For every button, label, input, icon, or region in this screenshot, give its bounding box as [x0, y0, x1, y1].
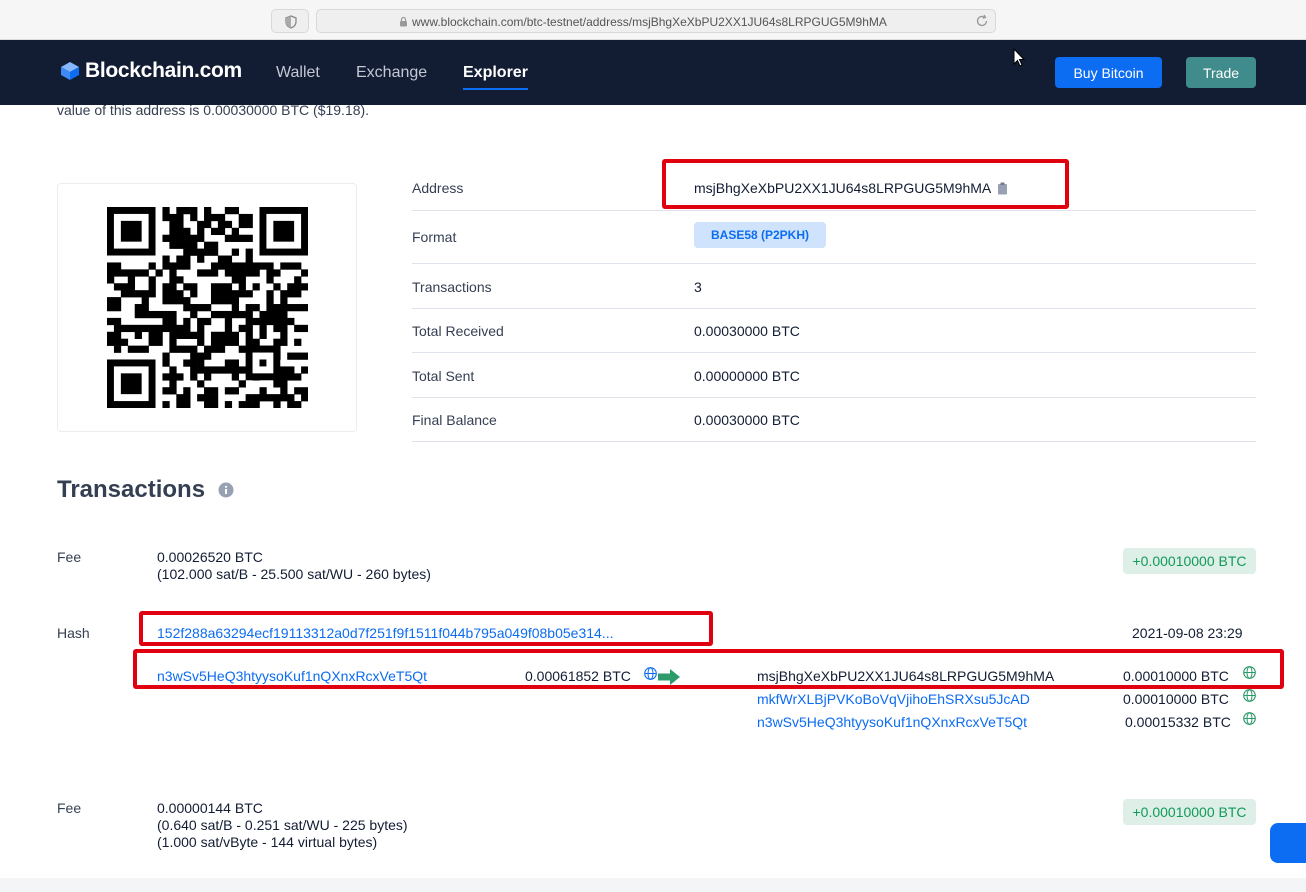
total-sent-label: Total Sent [412, 368, 475, 384]
arrow-right-icon [658, 669, 680, 685]
address-bar[interactable]: www.blockchain.com/btc-testnet/address/m… [316, 9, 996, 33]
final-balance-label: Final Balance [412, 412, 497, 428]
transactions-value: 3 [694, 279, 702, 295]
tx1-fee-value: 0.00026520 BTC [157, 549, 263, 565]
tx1-input-address[interactable]: n3wSv5HeQ3htyysoKuf1nQXnxRcxVeT5Qt [157, 668, 427, 684]
tx2-fee-label: Fee [57, 800, 82, 816]
blockchain-logo[interactable]: Blockchain.com [60, 59, 242, 83]
address-description: value of this address is 0.00030000 BTC … [57, 102, 370, 118]
url-text: www.blockchain.com/btc-testnet/address/m… [412, 15, 887, 29]
tx1-input-amount: 0.00061852 BTC [525, 668, 631, 684]
format-label: Format [412, 229, 457, 245]
nav-explorer[interactable]: Explorer [463, 64, 528, 82]
privacy-shield-button[interactable] [271, 9, 309, 33]
reload-icon[interactable] [975, 14, 989, 28]
summary-row-final-balance: Final Balance 0.00030000 BTC [412, 398, 1256, 442]
bottom-scroll-edge [0, 878, 1306, 892]
active-nav-indicator [463, 88, 528, 90]
trade-button[interactable]: Trade [1186, 57, 1256, 88]
tx2-amount-badge: +0.00010000 BTC [1123, 799, 1256, 825]
summary-row-format: Format BASE58 (P2PKH) [412, 211, 1256, 264]
address-value[interactable]: msjBhgXeXbPU2XX1JU64s8LRPGUG5M9hMA [694, 180, 991, 196]
chat-support-button[interactable] [1270, 823, 1306, 863]
total-received-value: 0.00030000 BTC [694, 323, 800, 339]
nav-exchange[interactable]: Exchange [356, 64, 427, 82]
info-icon[interactable] [218, 482, 234, 498]
browser-toolbar: www.blockchain.com/btc-testnet/address/m… [0, 0, 1306, 40]
globe-icon[interactable] [1243, 689, 1256, 702]
tx1-output-address-2[interactable]: mkfWrXLBjPVKoBoVqVjihoEhSRXsu5JcAD [757, 691, 1030, 707]
tx1-output-amount-2: 0.00010000 BTC [1123, 691, 1229, 707]
tx1-amount-badge: +0.00010000 BTC [1123, 548, 1256, 574]
globe-icon[interactable] [1243, 666, 1256, 679]
tx1-output-address-1: msjBhgXeXbPU2XX1JU64s8LRPGUG5M9hMA [757, 668, 1055, 684]
address-qr-code [107, 207, 308, 408]
format-badge: BASE58 (P2PKH) [694, 222, 826, 248]
tx1-hash-link[interactable]: 152f288a63294ecf19113312a0d7f251f9f1511f… [157, 625, 613, 641]
tx2-fee-value: 0.00000144 BTC [157, 800, 263, 816]
summary-row-total-sent: Total Sent 0.00000000 BTC [412, 353, 1256, 398]
tx1-timestamp: 2021-09-08 23:29 [1132, 625, 1243, 641]
address-value-wrap: msjBhgXeXbPU2XX1JU64s8LRPGUG5M9hMA [694, 180, 1008, 196]
tx1-output-amount-3: 0.00015332 BTC [1125, 714, 1231, 730]
blockchain-logo-icon [61, 62, 79, 80]
tx1-hash-label: Hash [57, 625, 90, 641]
tx2-fee-detail-2: (1.000 sat/vByte - 144 virtual bytes) [157, 834, 378, 850]
summary-row-total-received: Total Received 0.00030000 BTC [412, 309, 1256, 353]
globe-icon[interactable] [644, 667, 657, 680]
mouse-cursor-icon [1013, 48, 1026, 67]
final-balance-value: 0.00030000 BTC [694, 412, 800, 428]
lock-icon [400, 16, 407, 27]
tx1-fee-detail: (102.000 sat/B - 25.500 sat/WU - 260 byt… [157, 566, 431, 582]
transactions-heading: Transactions [57, 476, 206, 503]
tx2-fee-detail-1: (0.640 sat/B - 0.251 sat/WU - 225 bytes) [157, 817, 408, 833]
total-sent-value: 0.00000000 BTC [694, 368, 800, 384]
tx1-fee-label: Fee [57, 549, 82, 565]
globe-icon[interactable] [1243, 712, 1256, 725]
tx1-output-amount-1: 0.00010000 BTC [1123, 668, 1229, 684]
shield-icon [285, 15, 297, 29]
nav-wallet[interactable]: Wallet [276, 64, 320, 82]
buy-bitcoin-button[interactable]: Buy Bitcoin [1055, 57, 1162, 88]
qr-code-card [57, 183, 357, 432]
logo-text: Blockchain.com [85, 59, 242, 82]
total-received-label: Total Received [412, 323, 504, 339]
summary-row-address: Address msjBhgXeXbPU2XX1JU64s8LRPGUG5M9h… [412, 160, 1256, 211]
summary-row-transactions: Transactions 3 [412, 264, 1256, 309]
copy-icon[interactable] [997, 182, 1008, 195]
transactions-label: Transactions [412, 279, 492, 295]
address-label: Address [412, 180, 464, 196]
tx1-output-address-3[interactable]: n3wSv5HeQ3htyysoKuf1nQXnxRcxVeT5Qt [757, 714, 1027, 730]
